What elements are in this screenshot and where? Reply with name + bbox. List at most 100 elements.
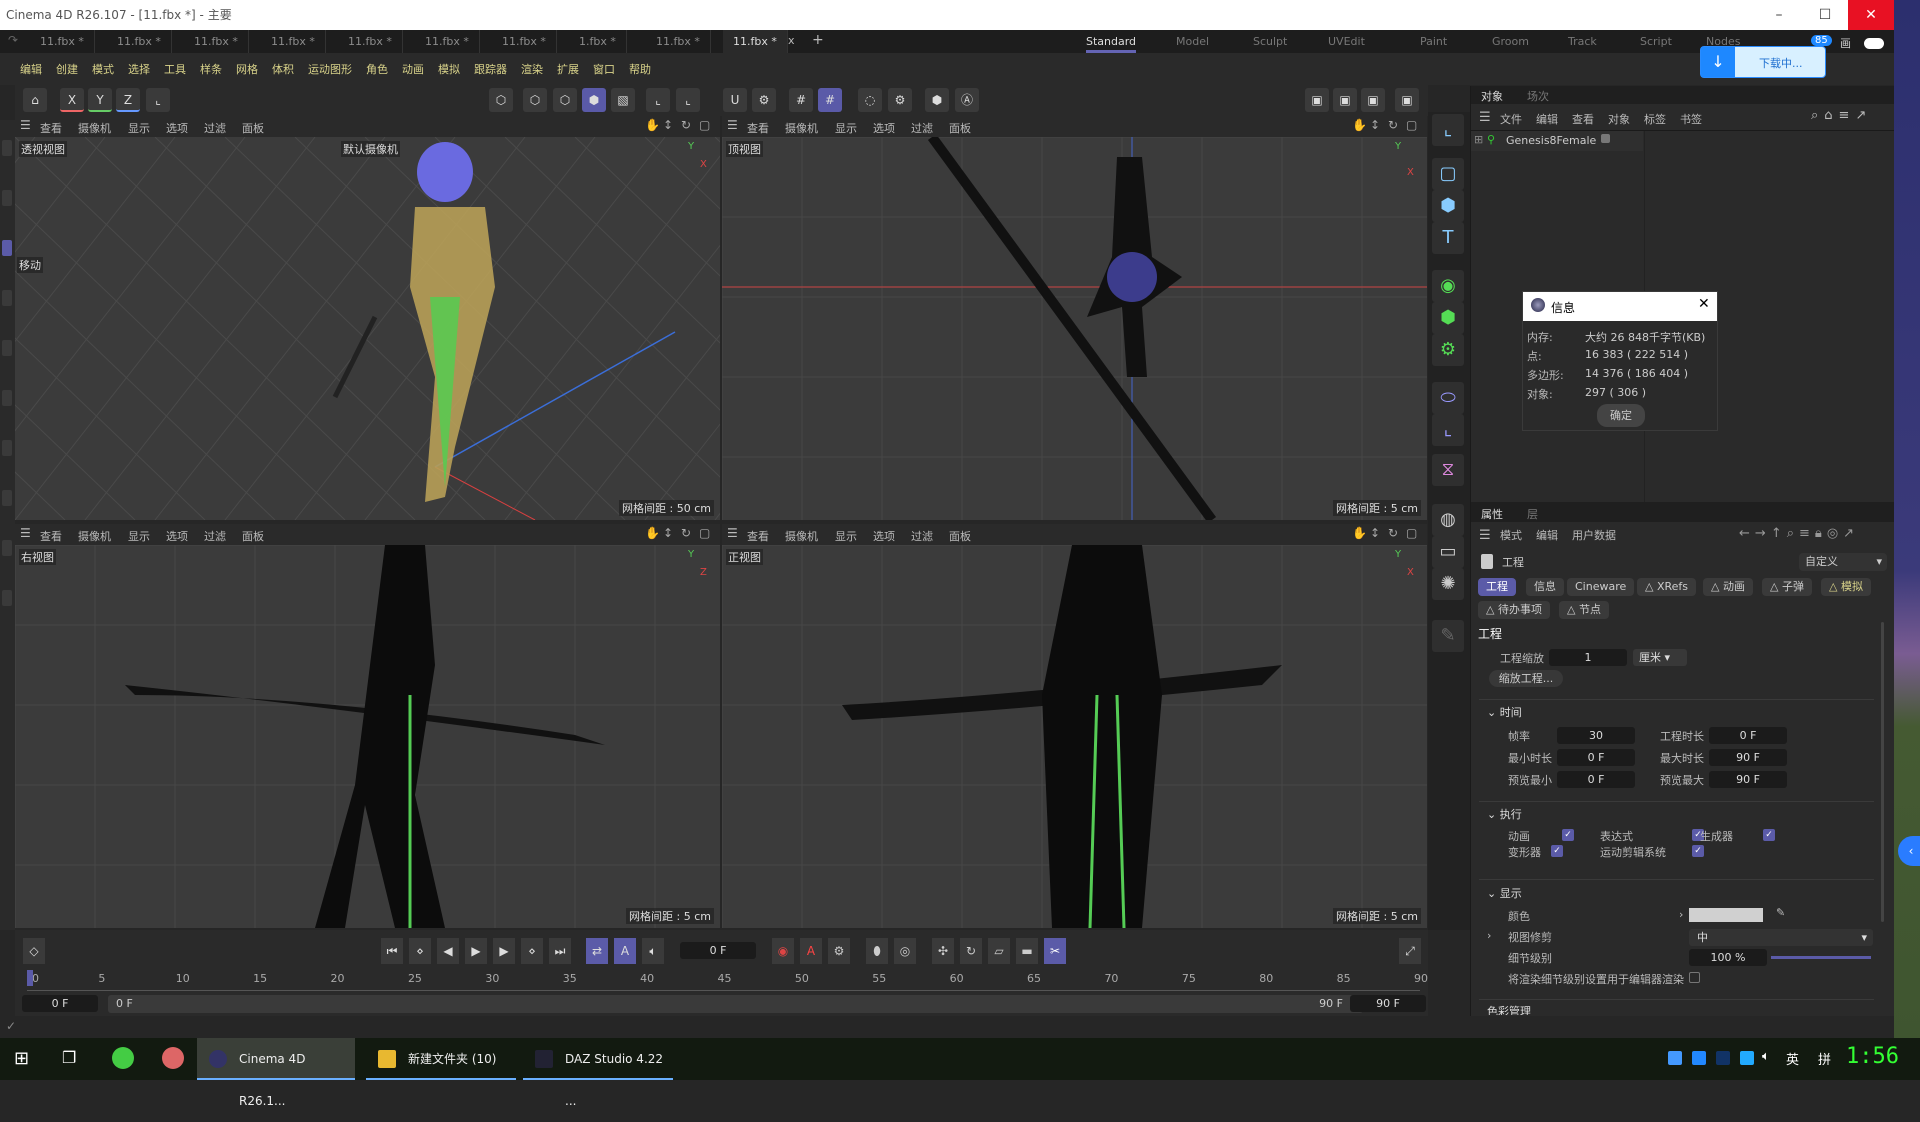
end-frame-field[interactable]: 90 F	[1350, 995, 1426, 1012]
menu-item[interactable]: 扩展	[557, 61, 579, 77]
move-key-icon[interactable]: ✣	[932, 938, 954, 964]
menu-item[interactable]: 角色	[366, 61, 388, 77]
rot-key-icon[interactable]: ◎	[894, 938, 916, 964]
paint-icon[interactable]	[2, 590, 12, 606]
go-to-end-icon[interactable]: ⏭	[549, 938, 571, 964]
hamburger-icon[interactable]: ☰	[20, 118, 31, 132]
hamburger-icon[interactable]: ☰	[727, 118, 738, 132]
axis-y-toggle[interactable]: Y	[88, 88, 112, 112]
render-settings-icon[interactable]: ⚙	[888, 88, 912, 112]
om-menu-item[interactable]: 对象	[1608, 111, 1630, 127]
cloner-icon[interactable]: ⬢	[1432, 302, 1464, 334]
attr-menu-item[interactable]: 用户数据	[1572, 527, 1616, 543]
viewport-right[interactable]: Y Z 右视图 网格间距 : 5 cm	[15, 545, 720, 928]
menu-item[interactable]: 选择	[128, 61, 150, 77]
exec-checkbox[interactable]: ✓	[1551, 845, 1563, 857]
chevron-right-icon[interactable]: ›	[1679, 908, 1683, 921]
max-field[interactable]: 90 F	[1709, 749, 1787, 766]
menu-item[interactable]: 帮助	[629, 61, 651, 77]
layout-tab-standard[interactable]: Standard	[1086, 30, 1137, 53]
camera-icon[interactable]: ⌞	[1432, 114, 1464, 146]
tray-icon-4[interactable]	[1740, 1051, 1754, 1065]
filter-icon[interactable]: ≡	[1799, 526, 1815, 541]
orbit-icon[interactable]: ↻	[1388, 526, 1398, 540]
unit-dropdown[interactable]: 厘米 ▾	[1633, 649, 1687, 666]
edit-tag-icon[interactable]	[1601, 134, 1610, 143]
dolly-icon[interactable]: ↕	[1370, 526, 1380, 540]
eyedropper-icon[interactable]: ✎	[1776, 906, 1785, 919]
spline-rectangle-icon[interactable]: ▢	[1432, 158, 1464, 190]
axis-x-toggle[interactable]: X	[60, 88, 84, 112]
toggle-switch[interactable]	[1864, 38, 1884, 49]
pos-key-icon[interactable]: ⬮	[866, 938, 888, 964]
doc-tab[interactable]: 11.fbx *	[723, 30, 788, 53]
menu-item[interactable]: 创建	[56, 61, 78, 77]
layout-tab-paint[interactable]: Paint	[1420, 30, 1447, 53]
hamburger-icon[interactable]: ☰	[1479, 528, 1491, 543]
deformer-axis-icon[interactable]: ⌞	[1432, 414, 1464, 446]
search-icon[interactable]: ⌕	[1811, 108, 1824, 123]
param-key-icon[interactable]: ▱	[988, 938, 1010, 964]
doc-tab[interactable]: 11.fbx *	[184, 30, 249, 53]
pan-icon[interactable]: ✋	[645, 526, 660, 540]
clock[interactable]: 1:56	[1846, 1044, 1899, 1069]
dope-sheet-icon[interactable]: ✂	[1044, 938, 1066, 964]
render-picture-viewer-icon[interactable]: ▣	[1333, 88, 1357, 112]
viewport-menu-item[interactable]: 摄像机	[785, 528, 818, 544]
menu-item[interactable]: 样条	[200, 61, 222, 77]
forward-arrow-icon[interactable]: →	[1755, 526, 1771, 541]
hamburger-icon[interactable]: ☰	[727, 526, 738, 540]
auto-key-mode-icon[interactable]: A	[614, 938, 636, 964]
scale-project-button[interactable]: 缩放工程...	[1489, 670, 1563, 687]
pla-key-icon[interactable]: ▬	[1016, 938, 1038, 964]
attr-chip[interactable]: 信息	[1526, 578, 1564, 596]
app-green-icon[interactable]	[112, 1047, 134, 1069]
display-section[interactable]: ⌄ 显示	[1487, 885, 1522, 901]
expand-icon[interactable]: ⊞	[1474, 133, 1483, 146]
preset-dropdown[interactable]: 自定义 ▾	[1799, 553, 1887, 571]
current-frame-field[interactable]: 0 F	[680, 942, 756, 959]
live-select-icon[interactable]	[2, 340, 12, 356]
range-slider[interactable]: 0 F 90 F	[108, 995, 1363, 1013]
viewport-menu-item[interactable]: 过滤	[204, 528, 226, 544]
menu-item[interactable]: 体积	[272, 61, 294, 77]
attr-tab[interactable]: 属性	[1481, 506, 1503, 522]
new-window-icon[interactable]: ↗	[1843, 526, 1859, 541]
workplane-icon[interactable]: #	[818, 88, 842, 112]
move-icon[interactable]	[2, 140, 12, 156]
viewport-menu-item[interactable]: 显示	[835, 120, 857, 136]
menu-item[interactable]: 工具	[164, 61, 186, 77]
viewport-menu-item[interactable]: 查看	[40, 528, 62, 544]
menu-item[interactable]: 跟踪器	[474, 61, 507, 77]
viewport-menu-item[interactable]: 查看	[747, 528, 769, 544]
attr-menu-item[interactable]: 模式	[1500, 527, 1522, 543]
uv-mode-icon[interactable]: ▧	[611, 88, 635, 112]
null-object-icon[interactable]: ◉	[1432, 270, 1464, 302]
search-icon[interactable]: ⌕	[1787, 526, 1799, 541]
layout-tab-groom[interactable]: Groom	[1492, 30, 1529, 53]
preview-min-field[interactable]: 0 F	[1557, 771, 1635, 788]
om-menu-item[interactable]: 文件	[1500, 111, 1522, 127]
new-window-icon[interactable]: ↗	[1855, 108, 1872, 123]
generator-gear-icon[interactable]: ⚙	[1432, 334, 1464, 366]
magnet-icon[interactable]	[2, 490, 12, 506]
close-button[interactable]: ✕	[1848, 0, 1894, 30]
volume-icon[interactable]: 🔈︎	[1762, 1049, 1770, 1064]
viewport-menu-item[interactable]: 过滤	[911, 528, 933, 544]
next-key-icon[interactable]: ⋄	[521, 938, 543, 964]
ime-pinyin[interactable]: 拼	[1818, 1049, 1831, 1068]
fps-field[interactable]: 30	[1557, 727, 1635, 744]
playhead[interactable]	[27, 970, 33, 986]
tray-icon-3[interactable]	[1716, 1051, 1730, 1065]
attr-chip[interactable]: △ 节点	[1559, 601, 1609, 619]
download-widget[interactable]: ↓ 下载中... 85	[1700, 35, 1832, 78]
exec-checkbox[interactable]: ✓	[1763, 829, 1775, 841]
render-lod-checkbox[interactable]	[1689, 972, 1700, 983]
back-arrow-icon[interactable]: ←	[1739, 526, 1755, 541]
taskbar-app[interactable]: DAZ Studio 4.22 ...	[523, 1038, 673, 1108]
min-field[interactable]: 0 F	[1557, 749, 1635, 766]
menu-item[interactable]: 渲染	[521, 61, 543, 77]
maximize-viewport-icon[interactable]: ▢	[699, 118, 710, 132]
attr-chip[interactable]: △ 动画	[1703, 578, 1753, 596]
minimize-button[interactable]: –	[1756, 0, 1802, 30]
